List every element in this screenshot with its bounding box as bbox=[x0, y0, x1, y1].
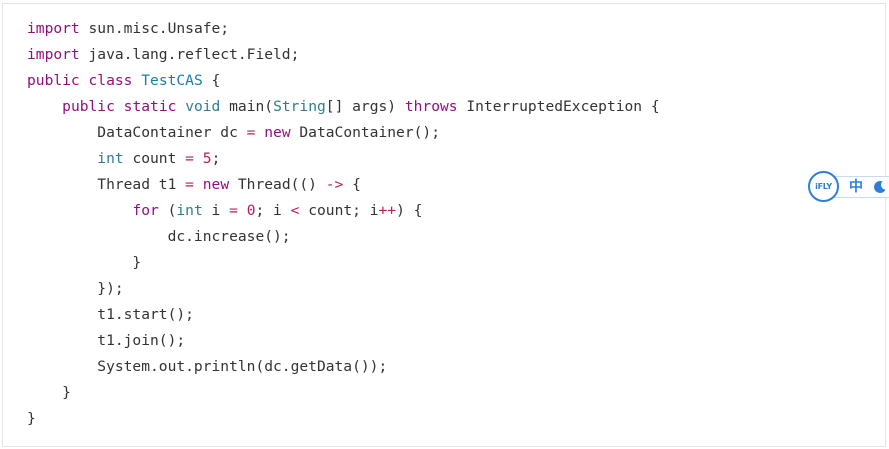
code-token: InterruptedException { bbox=[457, 98, 660, 115]
code-token: -> bbox=[325, 176, 344, 193]
moon-icon[interactable] bbox=[873, 180, 887, 194]
code-token: sun.misc.Unsafe; bbox=[79, 20, 230, 37]
code-token: count bbox=[123, 150, 186, 167]
code-token: ++ bbox=[378, 202, 397, 219]
code-line: public class TestCAS { bbox=[27, 68, 660, 94]
code-line: } bbox=[27, 406, 660, 432]
code-token: ) { bbox=[396, 202, 423, 219]
code-token: count; i bbox=[299, 202, 379, 219]
code-token: DataContainer dc bbox=[27, 124, 247, 141]
code-token: String bbox=[273, 98, 326, 115]
code-token: { bbox=[202, 72, 221, 89]
code-token: ; bbox=[211, 150, 221, 167]
code-token: public bbox=[62, 98, 115, 115]
code-token: ; i bbox=[255, 202, 291, 219]
code-line: DataContainer dc = new DataContainer(); bbox=[27, 120, 660, 146]
code-token: int bbox=[176, 202, 203, 219]
code-token: = bbox=[229, 202, 238, 219]
code-token: class bbox=[88, 72, 133, 89]
code-token: for bbox=[132, 202, 159, 219]
code-token: { bbox=[343, 176, 361, 193]
code-token: TestCAS bbox=[141, 72, 203, 89]
code-line: import java.lang.reflect.Field; bbox=[27, 42, 660, 68]
code-token: import bbox=[27, 20, 80, 37]
ifly-logo-text: iFLY bbox=[815, 182, 832, 191]
code-block: import sun.misc.Unsafe; import java.lang.… bbox=[2, 3, 886, 447]
code-token: java.lang.reflect.Field; bbox=[79, 46, 300, 63]
code-token: = bbox=[185, 150, 194, 167]
code-token: Thread t1 bbox=[27, 176, 186, 193]
code-token: int bbox=[97, 150, 124, 167]
code-token: import bbox=[27, 46, 80, 63]
code-token: main( bbox=[220, 98, 274, 115]
ifly-logo-icon[interactable]: iFLY bbox=[808, 171, 839, 202]
code-token: }); bbox=[27, 280, 124, 297]
code-token: System.out.println(dc.getData()); bbox=[27, 358, 388, 375]
code-token: } bbox=[27, 410, 36, 427]
code-line: int count = 5; bbox=[27, 146, 660, 172]
code-line: } bbox=[27, 380, 660, 406]
code-token: t1.start(); bbox=[27, 306, 194, 323]
code-line: } bbox=[27, 250, 660, 276]
code-token: dc.increase(); bbox=[27, 228, 291, 245]
code-token: i bbox=[202, 202, 230, 219]
code-token: static bbox=[123, 98, 177, 115]
code-token: void bbox=[185, 98, 221, 115]
code-line: Thread t1 = new Thread(() -> { bbox=[27, 172, 660, 198]
code-line: public static void main(String[] args) t… bbox=[27, 94, 660, 120]
code-token: t1.join(); bbox=[27, 332, 186, 349]
code-token: new bbox=[264, 124, 291, 141]
code-token: Thread(() bbox=[229, 176, 326, 193]
code-token: } bbox=[27, 384, 71, 401]
code-token: public bbox=[27, 72, 80, 89]
code-token: DataContainer(); bbox=[290, 124, 440, 141]
code-line: dc.increase(); bbox=[27, 224, 660, 250]
code-token: ( bbox=[158, 202, 177, 219]
ime-widget[interactable]: iFLY 中 bbox=[808, 171, 889, 204]
code-token: [] args) bbox=[325, 98, 405, 115]
code-token: } bbox=[27, 254, 142, 271]
code-line: System.out.println(dc.getData()); bbox=[27, 354, 660, 380]
code-token: 5 bbox=[202, 150, 212, 167]
ime-language-toggle[interactable]: 中 bbox=[849, 178, 863, 196]
code-token: = bbox=[185, 176, 194, 193]
code-line: }); bbox=[27, 276, 660, 302]
code-line: for (int i = 0; i < count; i++) { bbox=[27, 198, 660, 224]
code-token: new bbox=[202, 176, 230, 193]
code-line: t1.start(); bbox=[27, 302, 660, 328]
code-token: throws bbox=[404, 98, 458, 115]
code-lines: import sun.misc.Unsafe; import java.lang.… bbox=[27, 16, 660, 432]
code-line: t1.join(); bbox=[27, 328, 660, 354]
code-line: import sun.misc.Unsafe; bbox=[27, 16, 660, 42]
